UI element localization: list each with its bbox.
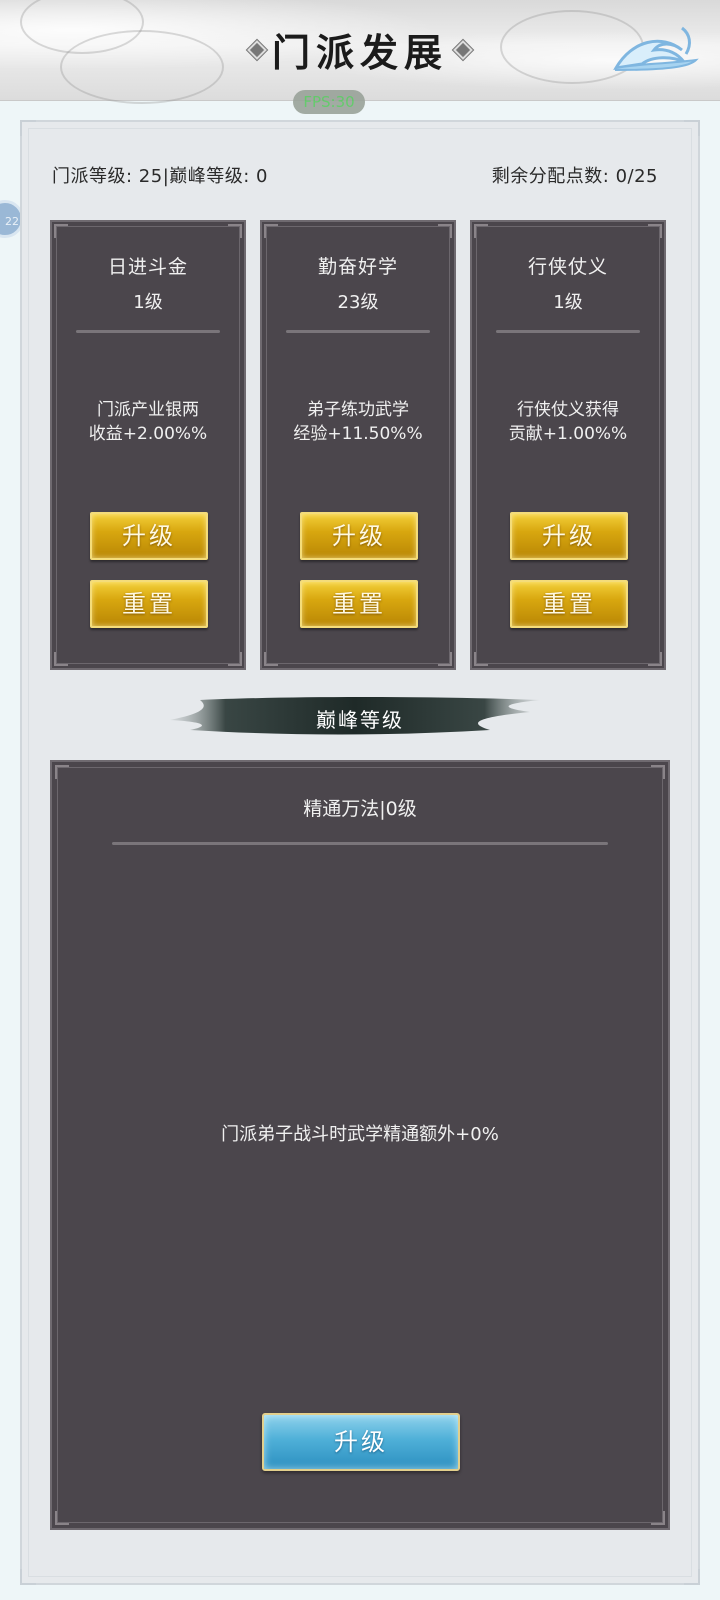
back-button[interactable]	[612, 20, 702, 76]
upgrade-button[interactable]: 升级	[300, 512, 418, 560]
upgrade-button[interactable]: 升级	[90, 512, 208, 560]
card-corner	[438, 224, 452, 238]
card-title: 日进斗金	[107, 256, 188, 278]
card-corner	[474, 224, 488, 238]
peak-skill-title: 精通万法|0级	[303, 798, 417, 820]
peak-upgrade-button[interactable]: 升级	[262, 1413, 460, 1471]
card-title: 勤奋好学	[317, 256, 398, 278]
peak-divider	[112, 842, 608, 845]
peak-level-banner-label: 巅峰等级	[316, 708, 404, 732]
skill-card: 日进斗金 1级 门派产业银两 收益+2.00%% 升级 重置	[50, 220, 246, 670]
remaining-points-text: 剩余分配点数: 0/25	[491, 166, 658, 187]
skill-card: 勤奋好学 23级 弟子练功武学 经验+11.50%% 升级 重置	[260, 220, 456, 670]
card-description-line: 经验+11.50%%	[293, 424, 423, 444]
card-corner	[651, 1511, 665, 1525]
fps-counter: FPS:30	[293, 90, 365, 114]
card-description-line: 贡献+1.00%%	[508, 424, 628, 444]
peak-skill-panel: 精通万法|0级 门派弟子战斗时武学精通额外+0% 升级	[50, 760, 670, 1530]
card-corner	[264, 652, 278, 666]
card-corner	[648, 224, 662, 238]
card-description: 弟子练功武学 经验+11.50%%	[272, 398, 444, 446]
card-corner	[474, 652, 488, 666]
card-corner	[55, 765, 69, 779]
upgrade-button[interactable]: 升级	[510, 512, 628, 560]
reset-button[interactable]: 重置	[300, 580, 418, 628]
skill-card: 行侠仗义 1级 行侠仗义获得 贡献+1.00%% 升级 重置	[470, 220, 666, 670]
card-corner	[228, 652, 242, 666]
reset-button[interactable]: 重置	[90, 580, 208, 628]
card-corner	[438, 652, 452, 666]
card-description-line: 收益+2.00%%	[88, 424, 208, 444]
card-corner	[648, 652, 662, 666]
header-bar: 门派发展	[0, 0, 720, 104]
reset-button[interactable]: 重置	[510, 580, 628, 628]
frame-corner	[20, 1569, 36, 1585]
card-description: 行侠仗义获得 贡献+1.00%%	[482, 398, 654, 446]
card-description-line: 门派产业银两	[97, 400, 199, 420]
peak-level-banner: 巅峰等级	[170, 696, 550, 736]
card-description-line: 行侠仗义获得	[517, 400, 619, 420]
card-divider	[496, 330, 640, 333]
card-corner	[54, 224, 68, 238]
card-corner	[651, 765, 665, 779]
card-corner	[55, 1511, 69, 1525]
frame-corner	[20, 120, 36, 136]
frame-corner	[684, 120, 700, 136]
card-description-line: 弟子练功武学	[307, 400, 409, 420]
card-corner	[264, 224, 278, 238]
back-wave-icon	[613, 26, 699, 72]
card-corner	[54, 652, 68, 666]
card-divider	[286, 330, 430, 333]
card-divider	[76, 330, 220, 333]
frame-corner	[684, 1569, 700, 1585]
peak-skill-description: 门派弟子战斗时武学精通额外+0%	[221, 1124, 499, 1145]
card-corner	[228, 224, 242, 238]
card-level: 23级	[337, 292, 379, 313]
card-level: 1级	[553, 292, 583, 313]
card-title: 行侠仗义	[527, 256, 608, 278]
card-description: 门派产业银两 收益+2.00%%	[62, 398, 234, 446]
sect-level-text: 门派等级: 25|巅峰等级: 0	[52, 166, 268, 187]
card-level: 1级	[133, 292, 163, 313]
